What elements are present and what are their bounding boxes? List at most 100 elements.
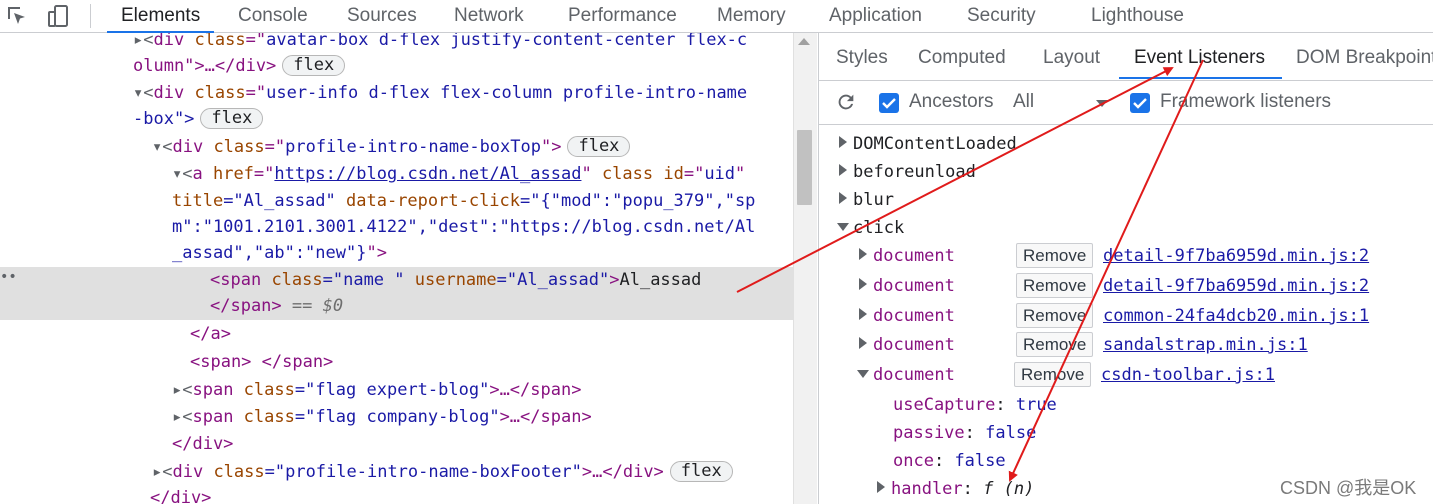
attr-quote: ": [581, 164, 592, 184]
source-link[interactable]: detail-9f7ba6959d.min.js:2: [1103, 272, 1369, 300]
source-link[interactable]: sandalstrap.min.js:1: [1103, 331, 1308, 359]
flex-badge[interactable]: flex: [669, 461, 733, 482]
close-tag: </span>: [210, 296, 282, 316]
remove-button[interactable]: Remove: [1016, 332, 1094, 357]
dom-node-line[interactable]: title="Al_assad" data-report-click="{"mo…: [172, 188, 755, 215]
framework-listeners-checkbox[interactable]: [1130, 93, 1150, 113]
refresh-icon[interactable]: [835, 91, 857, 113]
handler-row[interactable]: handler: f (n): [877, 475, 1034, 503]
href-link[interactable]: https://blog.csdn.net/Al_assad: [274, 164, 581, 184]
dom-node-line[interactable]: ▸<span class="flag company-blog">…</span…: [172, 404, 592, 431]
collapse-arrow-icon[interactable]: [837, 223, 849, 231]
expand-arrow-icon[interactable]: [859, 308, 867, 320]
tab-sources[interactable]: Sources: [347, 0, 417, 32]
attr-value: _assad","ab":"new"}: [172, 243, 367, 263]
expand-arrow-icon[interactable]: [839, 164, 847, 176]
listener-row[interactable]: document Remove detail-9f7ba6959d.min.js:2: [859, 272, 1419, 300]
dom-node-line[interactable]: ▸<span class="flag expert-blog">…</span>: [172, 377, 581, 404]
remove-button[interactable]: Remove: [1014, 362, 1092, 387]
event-type-row[interactable]: DOMContentLoaded: [839, 130, 1017, 158]
tab-lighthouse[interactable]: Lighthouse: [1091, 0, 1184, 32]
tag-name: a: [192, 164, 203, 184]
source-link[interactable]: detail-9f7ba6959d.min.js:2: [1103, 242, 1369, 270]
inspect-element-icon[interactable]: [5, 4, 29, 28]
tab-layout[interactable]: Layout: [1043, 47, 1100, 77]
attr-quote: ": [735, 164, 746, 184]
listener-row[interactable]: document Remove detail-9f7ba6959d.min.js:2: [859, 242, 1419, 270]
tab-network[interactable]: Network: [454, 0, 524, 32]
attr-value: uid: [704, 164, 736, 184]
tag-open: <: [210, 270, 221, 290]
collapse-arrow-icon[interactable]: [857, 370, 869, 378]
event-type-row[interactable]: beforeunload: [839, 158, 976, 186]
device-toolbar-icon[interactable]: [46, 4, 70, 28]
remove-button[interactable]: Remove: [1016, 273, 1094, 298]
tab-dom-breakpoints[interactable]: DOM Breakpoints: [1296, 47, 1433, 77]
dom-node-line[interactable]: </a>: [190, 321, 231, 348]
attr-name: data-report-click: [335, 191, 521, 211]
dom-node-line[interactable]: </div>: [172, 431, 233, 458]
event-type-row[interactable]: click: [837, 214, 904, 242]
dom-tree-scrollbar[interactable]: [793, 33, 817, 504]
tab-elements[interactable]: Elements: [106, 0, 215, 33]
listener-row[interactable]: document Remove common-24fa4dcb20.min.js:1: [859, 302, 1419, 330]
dom-node-line[interactable]: m":"1001.2101.3001.4122","dest":"https:/…: [172, 214, 755, 241]
dom-node-line[interactable]: ▸<div class="profile-intro-name-boxFoote…: [152, 459, 733, 486]
dom-node-line[interactable]: ▸<div class="avatar-box d-flex justify-c…: [133, 33, 747, 54]
expand-arrow-icon[interactable]: [839, 136, 847, 148]
dom-node-line[interactable]: ▾<div class="profile-intro-name-boxTop">…: [152, 134, 631, 161]
node-menu-dots[interactable]: ••: [0, 269, 17, 285]
expand-triangle-icon[interactable]: ▸<: [172, 380, 192, 400]
remove-button[interactable]: Remove: [1016, 243, 1094, 268]
flex-badge[interactable]: flex: [200, 108, 264, 129]
dom-node-line[interactable]: </span> == $0: [210, 293, 343, 320]
expand-triangle-icon[interactable]: ▸<: [172, 407, 192, 427]
tab-computed[interactable]: Computed: [918, 47, 1006, 77]
selected-marker: == $0: [281, 296, 344, 316]
tag-rest: >…</span>: [489, 380, 582, 400]
tab-performance[interactable]: Performance: [568, 0, 677, 32]
dom-node-line[interactable]: </div>: [150, 485, 211, 504]
tab-memory[interactable]: Memory: [717, 0, 786, 32]
expand-arrow-icon[interactable]: [877, 481, 885, 493]
flex-badge[interactable]: flex: [567, 136, 631, 157]
ancestors-checkbox[interactable]: [879, 93, 899, 113]
dom-node-line[interactable]: -box"> flex: [133, 106, 264, 133]
expand-arrow-icon[interactable]: [859, 337, 867, 349]
chevron-down-icon[interactable]: [1096, 100, 1108, 107]
dom-node-line[interactable]: _assad","ab":"new"}">: [172, 240, 387, 267]
handler-function: f (n): [983, 479, 1035, 499]
expand-triangle-icon[interactable]: ▾<: [152, 137, 172, 157]
listener-property: passive: false: [893, 419, 1036, 447]
flex-badge[interactable]: flex: [282, 55, 346, 76]
expand-arrow-icon[interactable]: [839, 192, 847, 204]
dom-node-line[interactable]: ▾<a href="https://blog.csdn.net/Al_assad…: [172, 161, 745, 188]
expand-triangle-icon[interactable]: ▾<: [133, 83, 153, 103]
scroll-up-arrow-icon[interactable]: [798, 38, 810, 45]
listener-row[interactable]: document Remove csdn-toolbar.js:1: [857, 361, 1417, 389]
expand-triangle-icon[interactable]: ▸<: [133, 33, 153, 50]
dom-node-line[interactable]: <span> </span>: [190, 349, 333, 376]
selected-dom-node[interactable]: <span class="name " username="Al_assad">…: [210, 267, 701, 294]
expand-triangle-icon[interactable]: ▸<: [152, 462, 172, 482]
tag-close: ">: [366, 243, 387, 263]
listener-row[interactable]: document Remove sandalstrap.min.js:1: [859, 331, 1419, 359]
remove-button[interactable]: Remove: [1016, 303, 1094, 328]
tab-styles[interactable]: Styles: [836, 47, 888, 77]
tab-console[interactable]: Console: [238, 0, 308, 32]
tab-event-listeners[interactable]: Event Listeners: [1134, 47, 1265, 77]
dom-node-line[interactable]: olumn">…</div> flex: [133, 53, 346, 80]
attr-name: title: [172, 191, 224, 211]
event-type-row[interactable]: blur: [839, 186, 894, 214]
tab-application[interactable]: Application: [829, 0, 922, 32]
source-link[interactable]: csdn-toolbar.js:1: [1101, 361, 1275, 389]
property-value: false: [954, 451, 1006, 471]
source-link[interactable]: common-24fa4dcb20.min.js:1: [1103, 302, 1369, 330]
expand-arrow-icon[interactable]: [859, 248, 867, 260]
dom-node-line[interactable]: ▾<div class="user-info d-flex flex-colum…: [133, 80, 747, 107]
expand-arrow-icon[interactable]: [859, 278, 867, 290]
listener-filter-select[interactable]: All: [1013, 91, 1034, 113]
scrollbar-thumb[interactable]: [797, 130, 812, 205]
expand-triangle-icon[interactable]: ▾<: [172, 164, 192, 184]
tab-security[interactable]: Security: [967, 0, 1036, 32]
